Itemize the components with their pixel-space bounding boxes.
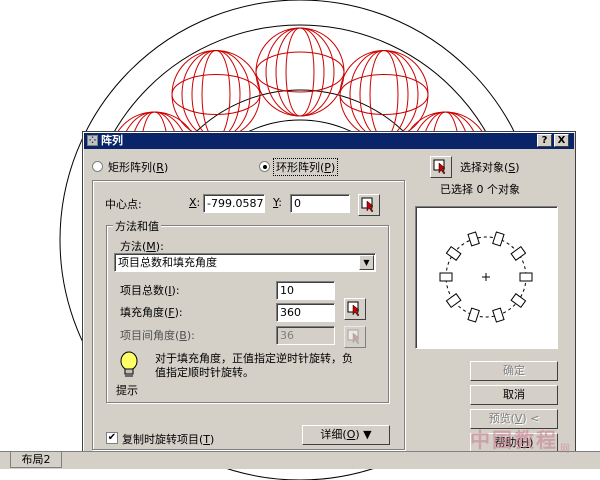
- tip-text: 对于填充角度，正值指定逆时针旋转，负 值指定顺时针旋转。: [155, 352, 385, 380]
- red-lobe-curve: [339, 74, 429, 115]
- red-lobe-curve: [255, 51, 345, 93]
- watermark-text: 中国教程: [470, 428, 558, 452]
- select-objects-label: 选择对象(S): [460, 161, 520, 174]
- method-select[interactable]: 项目总数和填充角度 ▼: [114, 253, 376, 272]
- total-items-label: 项目总数(I):: [120, 284, 180, 297]
- details-button[interactable]: 详细(O) ▼: [302, 425, 390, 445]
- array-preview: [415, 206, 558, 349]
- layout-tab-strip: 布局2: [0, 451, 600, 469]
- tip-text-line-1: 对于填充角度，正值指定逆时针旋转，负: [155, 352, 353, 365]
- chevron-down-icon[interactable]: ▼: [359, 255, 374, 270]
- preview-array-item: [467, 231, 480, 247]
- preview-array-item: [510, 246, 527, 261]
- center-point-label: 中心点:: [105, 198, 142, 211]
- rotate-items-checkbox[interactable]: ✔: [106, 432, 118, 444]
- pick-angle-between-button[interactable]: [344, 326, 366, 348]
- fill-angle-label: 填充角度(F):: [120, 306, 183, 319]
- tab-layout2[interactable]: 布局2: [10, 452, 62, 468]
- red-lobe-curve: [191, 50, 241, 139]
- red-lobe-curve: [171, 74, 261, 115]
- selected-count-status: 已选择 0 个对象: [440, 183, 520, 196]
- preview-array-item: [510, 293, 527, 308]
- preview-array-item: [492, 307, 505, 323]
- red-lobe-curve: [339, 50, 429, 139]
- red-lobe-curve: [171, 50, 261, 139]
- ok-button[interactable]: 确定: [470, 361, 558, 381]
- preview-array-item: [492, 231, 505, 247]
- dialog-titlebar[interactable]: ⁘ 阵列 ? X: [84, 133, 574, 149]
- pick-center-button[interactable]: [358, 194, 380, 216]
- cursor-pick-icon: [361, 197, 374, 213]
- pick-fill-angle-button[interactable]: [344, 298, 366, 320]
- preview-array-item: [467, 307, 480, 323]
- tip-label: 提示: [116, 384, 138, 397]
- polar-array-radio[interactable]: [259, 161, 270, 172]
- cursor-pick-icon: [433, 159, 446, 175]
- rect-array-radio[interactable]: [92, 161, 103, 172]
- select-objects-button[interactable]: [430, 156, 452, 178]
- array-app-icon: ⁘: [87, 135, 98, 146]
- close-button[interactable]: X: [554, 134, 569, 147]
- preview-center-mark: [482, 273, 490, 281]
- radio-selected-dot: [263, 165, 267, 169]
- preview-array-item: [519, 272, 533, 282]
- center-x-label: X:: [189, 196, 201, 209]
- center-y-input[interactable]: 0: [290, 194, 350, 213]
- red-lobe-curve: [359, 50, 409, 139]
- center-x-input[interactable]: -799.0587: [203, 194, 265, 213]
- method-label: 方法(M):: [120, 240, 164, 253]
- preview-array-item: [439, 272, 453, 282]
- polar-array-label: 环形阵列(P): [273, 158, 339, 176]
- angle-between-input[interactable]: 36: [276, 326, 335, 345]
- red-lobe-curve: [285, 27, 315, 117]
- tip-text-line-2: 值指定顺时针旋转。: [155, 366, 254, 379]
- preview-array-item: [445, 293, 462, 308]
- red-lobe-curve: [369, 50, 399, 139]
- method-values-title: 方法和值: [113, 218, 161, 234]
- cursor-pick-icon: [347, 301, 360, 317]
- lightbulb-icon: [120, 351, 138, 377]
- total-items-input[interactable]: 10: [276, 281, 335, 300]
- preview-array-item: [445, 246, 462, 261]
- cancel-button[interactable]: 取消: [470, 385, 558, 405]
- red-lobe-curve: [255, 27, 345, 117]
- fill-angle-input[interactable]: 360: [276, 303, 335, 322]
- help-question-button[interactable]: ?: [537, 134, 552, 147]
- rect-array-label: 矩形阵列(R): [108, 161, 169, 174]
- red-lobe-curve: [201, 50, 231, 139]
- center-y-label: Y:: [273, 196, 282, 209]
- dialog-title: 阵列: [101, 134, 123, 147]
- angle-between-label: 项目间角度(B):: [120, 329, 195, 342]
- array-preview-graphic: [439, 231, 533, 323]
- cursor-pick-icon: [347, 329, 360, 345]
- red-lobe-curve: [275, 27, 325, 117]
- rotate-items-label: 复制时旋转项目(T): [122, 433, 215, 446]
- watermark-small: 网: [560, 444, 570, 455]
